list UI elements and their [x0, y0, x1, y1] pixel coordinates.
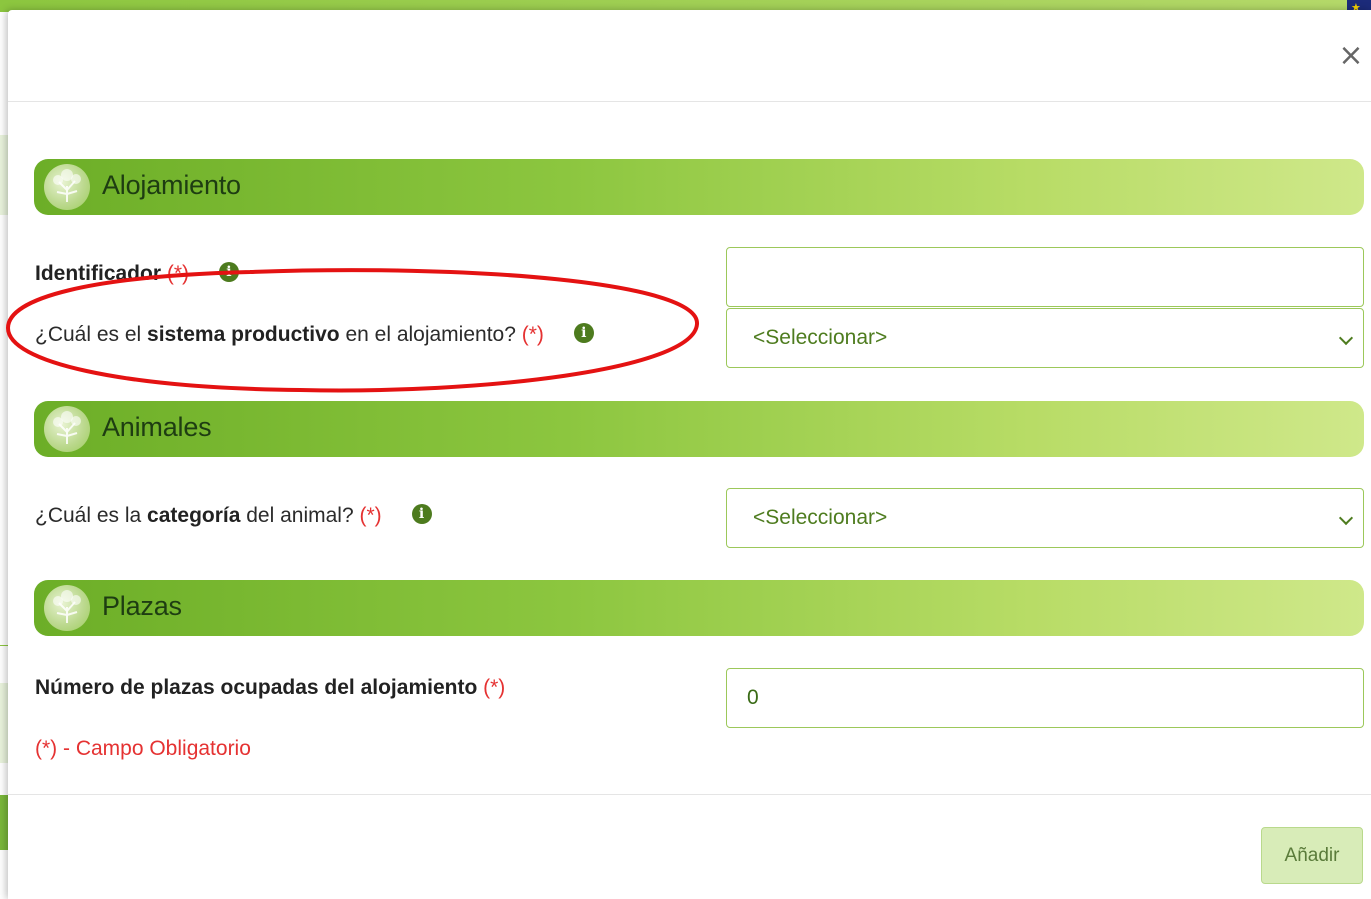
- select-value: <Seleccionar>: [753, 326, 888, 349]
- question-bold-text: categoría: [147, 504, 241, 527]
- required-marker: (*): [359, 504, 382, 527]
- categoria-select[interactable]: <Seleccionar>: [726, 488, 1364, 548]
- required-marker: (*): [521, 323, 544, 346]
- numero-plazas-input[interactable]: 0: [726, 668, 1364, 728]
- tree-logo-icon: [44, 585, 90, 631]
- tree-logo-icon: [44, 406, 90, 452]
- section-title: Plazas: [102, 591, 182, 621]
- required-marker: (*): [166, 262, 190, 285]
- question-text: del animal?: [240, 504, 360, 527]
- section-header-alojamiento: Alojamiento: [34, 159, 1364, 215]
- close-button[interactable]: ×: [1337, 36, 1365, 76]
- question-text: ¿Cuál es la: [35, 504, 148, 527]
- modal-dialog: × Alojamiento Identificador (*) i ¿Cuál …: [8, 10, 1371, 899]
- identificador-label: Identificador (*) i: [35, 262, 239, 286]
- info-icon[interactable]: i: [573, 323, 594, 344]
- categoria-label: ¿Cuál es la categoría del animal? (*) i: [35, 504, 432, 528]
- question-text: ¿Cuál es el: [35, 323, 148, 346]
- info-icon[interactable]: i: [411, 504, 432, 525]
- required-field-note: (*) - Campo Obligatorio: [35, 737, 251, 760]
- section-title: Animales: [102, 412, 212, 442]
- select-value: <Seleccionar>: [753, 506, 888, 529]
- tree-logo-icon: [44, 164, 90, 210]
- add-button[interactable]: Añadir: [1261, 827, 1363, 884]
- modal-footer-divider: [8, 794, 1371, 795]
- identificador-label-text: Identificador: [35, 262, 162, 285]
- numero-plazas-label: Número de plazas ocupadas del alojamient…: [35, 676, 505, 700]
- identificador-input[interactable]: [726, 247, 1364, 307]
- sistema-productivo-label: ¿Cuál es el sistema productivo en el alo…: [35, 323, 594, 347]
- section-header-animales: Animales: [34, 401, 1364, 457]
- numero-plazas-label-text: Número de plazas ocupadas del alojamient…: [35, 676, 478, 699]
- section-title: Alojamiento: [102, 170, 241, 200]
- modal-header: ×: [8, 10, 1371, 102]
- sistema-productivo-select[interactable]: <Seleccionar>: [726, 308, 1364, 368]
- info-icon[interactable]: i: [218, 262, 239, 283]
- section-header-plazas: Plazas: [34, 580, 1364, 636]
- question-bold-text: sistema productivo: [147, 323, 340, 346]
- question-text: en el alojamiento?: [339, 323, 522, 346]
- required-marker: (*): [483, 676, 506, 699]
